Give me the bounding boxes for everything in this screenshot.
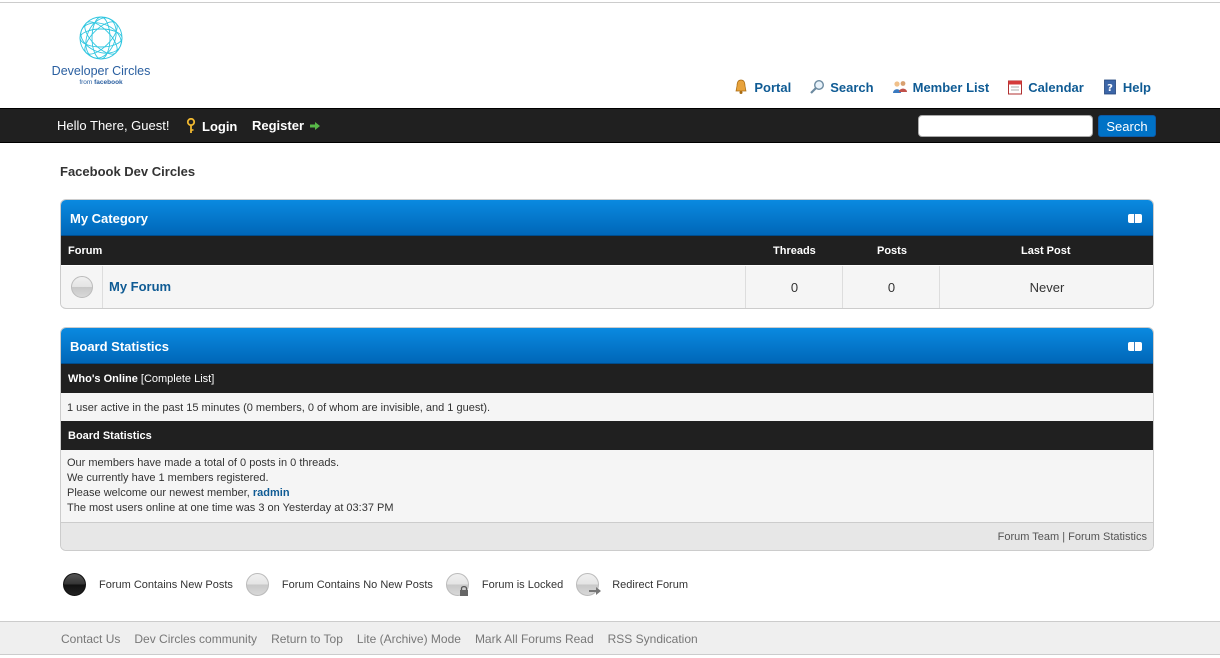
dev-circles-logo-icon — [79, 16, 123, 60]
footer-links: Contact Us Dev Circles community Return … — [61, 632, 698, 646]
top-navigation: Portal Search Member List Calendar ? Hel… — [733, 79, 1151, 95]
collapse-toggle-icon[interactable] — [1128, 214, 1142, 223]
category-table: My Category Forum Threads Posts Last Pos… — [60, 199, 1154, 309]
footer-dev-circles-community[interactable]: Dev Circles community — [134, 632, 257, 646]
stats-newest-member-line: Please welcome our newest member, radmin — [67, 487, 290, 499]
key-icon — [186, 118, 196, 133]
category-title[interactable]: My Category — [70, 211, 148, 226]
stats-footer-links: Forum Team | Forum Statistics — [998, 531, 1147, 543]
forum-columns-header: Forum Threads Posts Last Post — [61, 236, 1153, 265]
legend-label: Forum Contains New Posts — [99, 578, 233, 591]
category-header: My Category — [61, 200, 1153, 236]
login-link[interactable]: Login — [185, 118, 237, 134]
nav-portal-label: Portal — [754, 79, 792, 95]
forum-off-icon — [245, 573, 269, 596]
forum-redirect-icon — [576, 573, 602, 596]
top-border — [0, 2, 1220, 3]
forum-last-post: Never — [1029, 280, 1065, 295]
search-input[interactable] — [918, 115, 1093, 137]
nav-calendar[interactable]: Calendar — [1007, 79, 1084, 95]
table-row: My Forum 0 0 Never — [61, 265, 1153, 308]
whos-online-label: Who's Online — [68, 373, 138, 385]
divider — [102, 266, 103, 308]
login-label: Login — [202, 118, 238, 134]
footer-mark-all-read[interactable]: Mark All Forums Read — [475, 632, 594, 646]
newest-member-link[interactable]: radmin — [253, 487, 290, 499]
legend-redirect: Redirect Forum — [576, 573, 688, 596]
lock-icon — [459, 585, 468, 596]
legend-new-posts: Forum Contains New Posts — [63, 573, 233, 596]
nav-calendar-label: Calendar — [1028, 79, 1084, 95]
stats-posts-line: Our members have made a total of 0 posts… — [67, 457, 340, 469]
register-link[interactable]: Register — [252, 118, 321, 133]
nav-help[interactable]: ? Help — [1102, 79, 1151, 95]
arrow-right-icon — [310, 121, 321, 130]
board-statistics-header: Board Statistics — [61, 328, 1153, 364]
whos-online-header: Who's Online [Complete List] — [61, 364, 1153, 393]
greeting-text: Hello There, Guest! — [57, 118, 170, 133]
logo-subtitle: from facebook — [79, 79, 123, 86]
board-statistics-table: Board Statistics Who's Online [Complete … — [60, 327, 1154, 551]
stats-subheader: Board Statistics — [61, 421, 1153, 450]
footer-lite-mode[interactable]: Lite (Archive) Mode — [357, 632, 461, 646]
nav-member-list[interactable]: Member List — [892, 79, 990, 95]
stats-body: Our members have made a total of 0 posts… — [61, 450, 1153, 522]
site-logo[interactable]: Developer Circles from facebook — [50, 14, 152, 90]
breadcrumb[interactable]: Facebook Dev Circles — [60, 164, 195, 179]
forum-locked-icon — [445, 573, 469, 596]
col-threads: Threads — [773, 245, 816, 257]
legend-label: Redirect Forum — [612, 578, 688, 591]
svg-text:?: ? — [1107, 83, 1113, 94]
logo-name: Developer Circles — [51, 64, 151, 78]
nav-member-list-label: Member List — [912, 79, 990, 95]
nav-portal[interactable]: Portal — [733, 79, 791, 95]
stats-subheader-label: Board Statistics — [68, 430, 152, 442]
footer-rss-syndication[interactable]: RSS Syndication — [608, 632, 698, 646]
separator: | — [1062, 531, 1066, 543]
legend-no-new-posts: Forum Contains No New Posts — [245, 573, 433, 596]
forum-statistics-link[interactable]: Forum Statistics — [1068, 531, 1147, 543]
online-users-text: 1 user active in the past 15 minutes (0 … — [67, 402, 491, 414]
legend-label: Forum is Locked — [481, 578, 564, 591]
col-last-post: Last Post — [1021, 245, 1071, 257]
forum-team-link[interactable]: Forum Team — [998, 531, 1060, 543]
nav-help-label: Help — [1122, 79, 1151, 95]
nav-search-label: Search — [830, 79, 874, 95]
nav-search[interactable]: Search — [809, 79, 874, 95]
forum-posts-count: 0 — [887, 280, 896, 295]
user-panel: Hello There, Guest! Login Register Searc… — [0, 108, 1220, 143]
forum-link[interactable]: My Forum — [109, 279, 171, 294]
col-posts: Posts — [877, 245, 907, 257]
redirect-arrow-icon — [589, 587, 602, 595]
footer: Contact Us Dev Circles community Return … — [0, 621, 1220, 655]
complete-list-link[interactable]: [Complete List] — [141, 373, 214, 385]
stats-members-line: We currently have 1 members registered. — [67, 472, 269, 484]
col-forum: Forum — [68, 245, 103, 257]
stats-record-line: The most users online at one time was 3 … — [67, 502, 394, 514]
forum-status-no-new-icon[interactable] — [71, 276, 93, 298]
stats-footer: Forum Team | Forum Statistics — [61, 522, 1153, 550]
forum-on-icon — [63, 573, 86, 596]
bell-icon — [735, 79, 747, 94]
legend-label: Forum Contains No New Posts — [281, 578, 433, 591]
members-icon — [892, 81, 907, 93]
footer-return-to-top[interactable]: Return to Top — [271, 632, 343, 646]
calendar-icon — [1008, 80, 1023, 95]
whos-online-heading: Who's Online [Complete List] — [68, 373, 214, 385]
help-book-icon: ? — [1103, 79, 1116, 95]
register-label: Register — [252, 118, 305, 133]
legend-locked: Forum is Locked — [445, 573, 564, 596]
collapse-toggle-icon[interactable] — [1128, 342, 1142, 351]
forum-status-legend: Forum Contains New Posts Forum Contains … — [63, 573, 701, 596]
search-button[interactable]: Search — [1098, 115, 1156, 137]
magnifier-icon — [810, 79, 825, 94]
board-statistics-title: Board Statistics — [70, 339, 169, 354]
forum-threads-count: 0 — [790, 280, 799, 295]
footer-contact-us[interactable]: Contact Us — [61, 632, 120, 646]
